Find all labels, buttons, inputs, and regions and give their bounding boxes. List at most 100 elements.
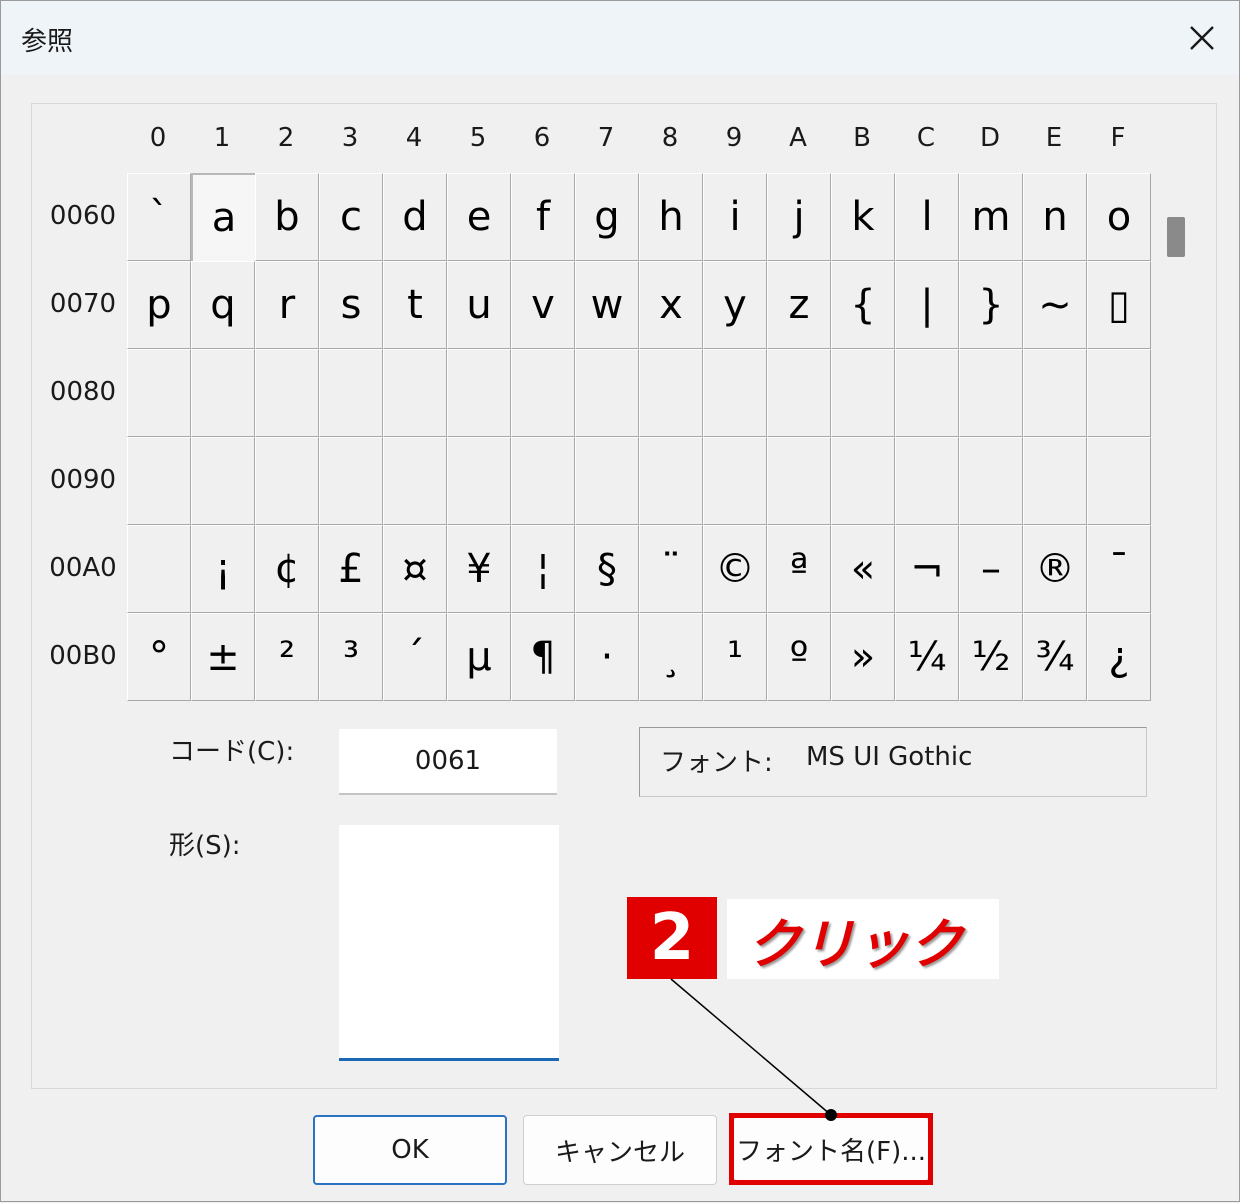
character-cell[interactable]: c (319, 173, 383, 261)
shape-input[interactable] (339, 825, 559, 1061)
character-cell[interactable]: ¯ (1087, 525, 1151, 613)
character-cell[interactable]: z (767, 261, 831, 349)
character-cell[interactable]: o (1087, 173, 1151, 261)
character-cell[interactable] (895, 437, 959, 525)
character-cell[interactable]: k (831, 173, 895, 261)
character-cell[interactable]: – (959, 525, 1023, 613)
character-cell[interactable] (319, 437, 383, 525)
close-button[interactable] (1179, 15, 1225, 61)
character-cell[interactable] (575, 349, 639, 437)
character-cell[interactable]: ¬ (895, 525, 959, 613)
character-cell[interactable] (1087, 349, 1151, 437)
character-cell[interactable]: w (575, 261, 639, 349)
character-cell[interactable]: ® (1023, 525, 1087, 613)
character-cell[interactable] (127, 349, 191, 437)
character-cell[interactable] (1087, 437, 1151, 525)
character-cell[interactable] (255, 349, 319, 437)
character-cell[interactable]: ¼ (895, 613, 959, 701)
character-cell[interactable]: r (255, 261, 319, 349)
character-cell[interactable]: q (191, 261, 255, 349)
character-cell[interactable]: ¥ (447, 525, 511, 613)
character-cell[interactable]: ~ (1023, 261, 1087, 349)
character-cell[interactable]: ▯ (1087, 261, 1151, 349)
grid-scrollbar[interactable] (1155, 173, 1189, 701)
character-cell[interactable] (575, 437, 639, 525)
character-cell[interactable]: ² (255, 613, 319, 701)
character-cell[interactable]: ¦ (511, 525, 575, 613)
character-cell[interactable]: g (575, 173, 639, 261)
character-cell[interactable] (191, 437, 255, 525)
character-cell[interactable]: { (831, 261, 895, 349)
character-cell[interactable]: ³ (319, 613, 383, 701)
character-cell[interactable]: ª (767, 525, 831, 613)
character-cell[interactable]: ¡ (191, 525, 255, 613)
character-cell[interactable] (127, 437, 191, 525)
character-cell[interactable]: a (191, 173, 257, 263)
character-cell[interactable]: p (127, 261, 191, 349)
character-cell[interactable]: ¸ (639, 613, 703, 701)
character-cell[interactable]: s (319, 261, 383, 349)
character-cell[interactable] (703, 437, 767, 525)
character-cell[interactable] (319, 349, 383, 437)
character-cell[interactable]: ¨ (639, 525, 703, 613)
character-cell[interactable] (383, 349, 447, 437)
character-cell[interactable]: y (703, 261, 767, 349)
character-cell[interactable]: t (383, 261, 447, 349)
scroll-thumb[interactable] (1167, 217, 1185, 257)
character-cell[interactable] (767, 437, 831, 525)
character-cell[interactable]: } (959, 261, 1023, 349)
character-cell[interactable]: e (447, 173, 511, 261)
character-cell[interactable] (831, 349, 895, 437)
character-cell[interactable]: ´ (383, 613, 447, 701)
character-cell[interactable] (511, 349, 575, 437)
character-cell[interactable]: x (639, 261, 703, 349)
character-cell[interactable]: º (767, 613, 831, 701)
character-cell[interactable] (895, 349, 959, 437)
character-cell[interactable] (1023, 349, 1087, 437)
character-cell[interactable]: ° (127, 613, 191, 701)
character-cell[interactable]: u (447, 261, 511, 349)
character-cell[interactable] (511, 437, 575, 525)
character-cell[interactable]: § (575, 525, 639, 613)
character-cell[interactable] (447, 437, 511, 525)
character-cell[interactable]: v (511, 261, 575, 349)
character-cell[interactable]: ¶ (511, 613, 575, 701)
character-cell[interactable] (767, 349, 831, 437)
character-cell[interactable]: m (959, 173, 1023, 261)
character-cell[interactable]: ± (191, 613, 255, 701)
cancel-button[interactable]: キャンセル (523, 1115, 717, 1185)
character-cell[interactable] (383, 437, 447, 525)
character-cell[interactable]: i (703, 173, 767, 261)
ok-button[interactable]: OK (313, 1115, 507, 1185)
code-input[interactable]: 0061 (339, 729, 557, 795)
character-cell[interactable]: b (255, 173, 319, 261)
character-cell[interactable]: £ (319, 525, 383, 613)
character-cell[interactable] (959, 437, 1023, 525)
character-cell[interactable] (127, 525, 191, 613)
character-cell[interactable] (1023, 437, 1087, 525)
character-cell[interactable]: ¢ (255, 525, 319, 613)
character-cell[interactable]: · (575, 613, 639, 701)
character-cell[interactable] (639, 437, 703, 525)
character-cell[interactable]: h (639, 173, 703, 261)
character-cell[interactable] (447, 349, 511, 437)
character-cell[interactable] (959, 349, 1023, 437)
character-cell[interactable] (639, 349, 703, 437)
character-cell[interactable]: d (383, 173, 447, 261)
character-cell[interactable]: l (895, 173, 959, 261)
character-cell[interactable] (255, 437, 319, 525)
character-cell[interactable]: f (511, 173, 575, 261)
character-cell[interactable]: ¹ (703, 613, 767, 701)
character-cell[interactable] (831, 437, 895, 525)
character-cell[interactable]: « (831, 525, 895, 613)
character-cell[interactable]: © (703, 525, 767, 613)
character-cell[interactable]: ½ (959, 613, 1023, 701)
character-cell[interactable]: » (831, 613, 895, 701)
character-cell[interactable]: ¿ (1087, 613, 1151, 701)
character-cell[interactable]: j (767, 173, 831, 261)
character-cell[interactable]: µ (447, 613, 511, 701)
character-cell[interactable] (703, 349, 767, 437)
character-cell[interactable]: ¾ (1023, 613, 1087, 701)
character-cell[interactable]: ¤ (383, 525, 447, 613)
font-name-button[interactable]: フォント名(F)... (733, 1117, 929, 1181)
